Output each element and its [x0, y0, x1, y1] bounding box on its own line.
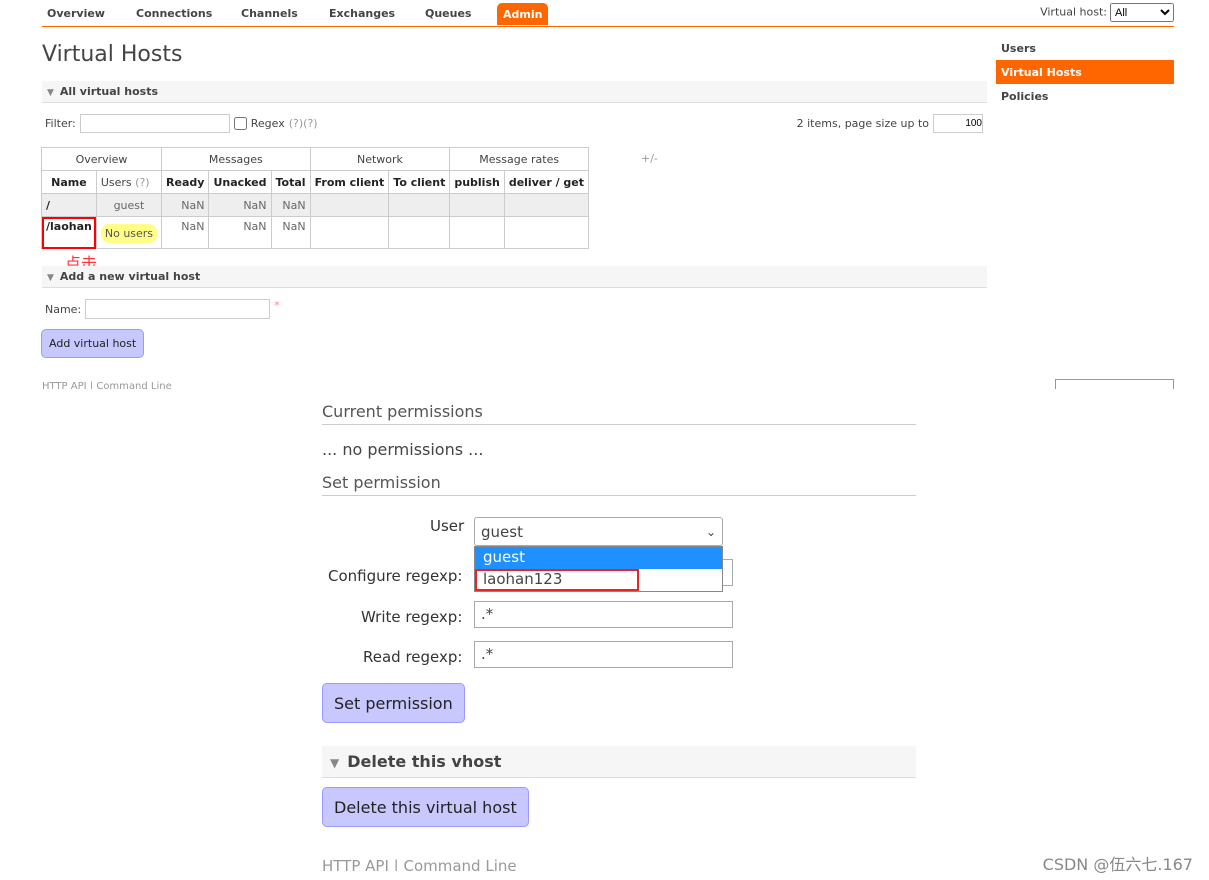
col-publish: publish	[449, 170, 505, 194]
group-overview: Overview	[40, 147, 163, 171]
sidebar-item-policies[interactable]: Policies	[996, 84, 1174, 108]
delete-vhost-button[interactable]: Delete this virtual host	[322, 787, 529, 827]
section-title: Add a new virtual host	[59, 270, 201, 283]
user-select-value: guest	[481, 522, 523, 541]
col-name: Name	[41, 170, 97, 194]
current-permissions-heading: Current permissions	[322, 402, 916, 425]
triangle-down-icon: ▼	[47, 88, 54, 98]
col-from-client: From client	[309, 170, 390, 194]
required-mark: *	[274, 299, 280, 312]
tab-admin[interactable]: Admin	[497, 3, 549, 25]
user-dropdown: guest laohan123	[474, 546, 723, 592]
sidebar-item-virtual-hosts[interactable]: Virtual Hosts	[996, 60, 1174, 84]
total-cell: NaN	[270, 193, 311, 217]
cli-link[interactable]: Command Line	[403, 857, 516, 871]
ready-cell: NaN	[161, 216, 210, 249]
admin-sidebar: Users Virtual Hosts Policies	[996, 36, 1174, 108]
col-unacked: Unacked	[208, 170, 272, 194]
total-cell: NaN	[270, 216, 311, 249]
triangle-down-icon: ▼	[47, 273, 54, 283]
write-label: Write regexp:	[361, 608, 463, 626]
name-row: Name: *	[45, 299, 280, 319]
col-deliver-get: deliver / get	[503, 170, 590, 194]
vhost-link[interactable]: /laohan	[41, 216, 97, 249]
col-to-client: To client	[388, 170, 451, 194]
page-title: Virtual Hosts	[42, 42, 183, 67]
users-help[interactable]: (?)	[135, 176, 149, 189]
vhost-link[interactable]: /	[41, 193, 97, 217]
tab-channels[interactable]: Channels	[241, 7, 298, 20]
top-nav: Overview Connections Channels Exchanges …	[42, 0, 1174, 27]
columns-toggle[interactable]: +/-	[641, 152, 658, 165]
no-users-badge: No users	[100, 224, 158, 243]
section-title: Delete this vhost	[347, 752, 502, 771]
tab-exchanges[interactable]: Exchanges	[329, 7, 395, 20]
read-input[interactable]: .*	[474, 641, 733, 668]
ready-cell: NaN	[161, 193, 210, 217]
triangle-down-icon: ▼	[330, 756, 340, 770]
vhost-selector: Virtual host: All	[1040, 3, 1174, 22]
group-messages: Messages	[161, 147, 311, 171]
col-ready: Ready	[161, 170, 210, 194]
unacked-cell: NaN	[208, 216, 272, 249]
update-select-cut[interactable]	[1055, 379, 1174, 389]
all-vhosts-header[interactable]: ▼ All virtual hosts	[42, 81, 987, 103]
footer-links: HTTP API | Command Line	[322, 857, 517, 871]
set-permission-heading: Set permission	[322, 473, 916, 496]
http-api-link[interactable]: HTTP API	[42, 381, 87, 389]
user-select[interactable]: guest ⌄	[474, 517, 723, 546]
page-size: 2 items, page size up to	[797, 114, 983, 133]
table-row: / guest NaN NaN NaN	[41, 193, 590, 217]
unacked-cell: NaN	[208, 193, 272, 217]
set-permission-button[interactable]: Set permission	[322, 683, 465, 723]
http-api-link[interactable]: HTTP API	[322, 857, 389, 871]
user-label: User	[430, 517, 465, 535]
write-input[interactable]: .*	[474, 601, 733, 628]
read-label: Read regexp:	[363, 648, 463, 666]
items-count: 2 items, page size up to	[796, 117, 929, 130]
vhost-name-input[interactable]	[85, 299, 271, 319]
group-network: Network	[309, 147, 451, 171]
add-vhost-header[interactable]: ▼ Add a new virtual host	[42, 266, 987, 288]
configure-label: Configure regexp:	[328, 567, 463, 585]
chevron-down-icon: ⌄	[705, 524, 716, 539]
filter-input[interactable]	[79, 114, 230, 133]
tab-queues[interactable]: Queues	[425, 7, 471, 20]
col-users: Users	[100, 175, 132, 189]
filter-label: Filter:	[45, 117, 76, 130]
users-cell: guest	[95, 193, 163, 217]
tab-connections[interactable]: Connections	[136, 7, 212, 20]
page-size-input[interactable]	[933, 114, 983, 133]
regex-checkbox[interactable]	[233, 117, 247, 130]
watermark: CSDN @伍六七.167	[1042, 855, 1193, 874]
user-option-guest[interactable]: guest	[475, 547, 722, 569]
no-permissions-text: ... no permissions ...	[322, 440, 484, 459]
sidebar-item-users[interactable]: Users	[996, 36, 1174, 60]
add-vhost-button[interactable]: Add virtual host	[41, 329, 145, 358]
name-label: Name:	[45, 302, 82, 316]
vhost-label: Virtual host:	[1040, 5, 1107, 19]
group-message-rates: Message rates	[449, 147, 590, 171]
table-row: /laohan No users NaN NaN NaN	[41, 216, 590, 249]
delete-vhost-header[interactable]: ▼ Delete this vhost	[322, 746, 916, 778]
vhost-select[interactable]: All	[1110, 3, 1174, 22]
cli-link[interactable]: Command Line	[96, 381, 171, 389]
filter-row: Filter: Regex (?)(?)	[45, 114, 318, 133]
section-title: All virtual hosts	[59, 85, 159, 98]
regex-help[interactable]: (?)(?)	[289, 117, 318, 130]
tab-overview[interactable]: Overview	[47, 7, 105, 20]
vhosts-table: Overview Messages Network Message rates …	[40, 147, 590, 249]
user-option-laohan123[interactable]: laohan123	[475, 569, 639, 591]
regex-label: Regex	[250, 117, 285, 130]
col-total: Total	[270, 170, 311, 194]
footer-links-cut: HTTP API | Command Line	[42, 381, 172, 389]
